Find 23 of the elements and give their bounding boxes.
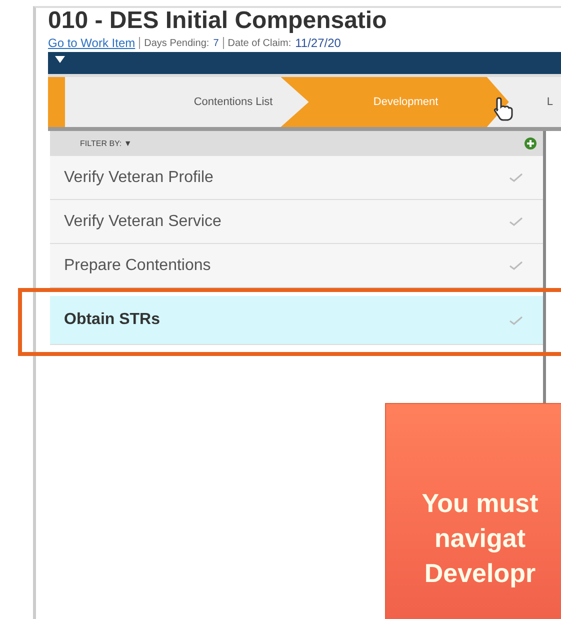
check-icon bbox=[509, 217, 523, 226]
page-title: 010 - DES Initial Compensatio bbox=[48, 7, 387, 34]
days-pending-label: Days Pending: bbox=[144, 38, 210, 48]
task-item[interactable]: Prepare Contentions bbox=[50, 244, 543, 288]
claim-date-label: Date of Claim: bbox=[228, 38, 292, 48]
days-pending-value: 7 bbox=[213, 38, 219, 48]
caret-icon[interactable] bbox=[55, 56, 65, 64]
task-item[interactable]: Obtain STRs bbox=[50, 296, 543, 345]
claim-date-value: 11/27/20 bbox=[295, 36, 341, 50]
callout-text: Developr bbox=[424, 557, 536, 590]
hand-cursor-icon bbox=[492, 96, 514, 122]
check-icon bbox=[509, 261, 523, 270]
work-item-link[interactable]: Go to Work Item bbox=[48, 36, 136, 50]
task-item[interactable]: Verify Veteran Service bbox=[50, 200, 543, 244]
add-icon[interactable] bbox=[524, 137, 537, 150]
check-icon bbox=[509, 173, 523, 182]
task-item[interactable]: Verify Veteran Profile bbox=[50, 156, 543, 200]
callout-text: navigat bbox=[434, 522, 526, 555]
check-icon bbox=[509, 316, 523, 324]
callout-text: You must bbox=[422, 487, 538, 520]
filter-label[interactable]: FILTER BY: ▼ bbox=[80, 139, 132, 148]
step-tab[interactable]: Contentions List bbox=[65, 77, 281, 127]
step-marker bbox=[48, 77, 66, 127]
